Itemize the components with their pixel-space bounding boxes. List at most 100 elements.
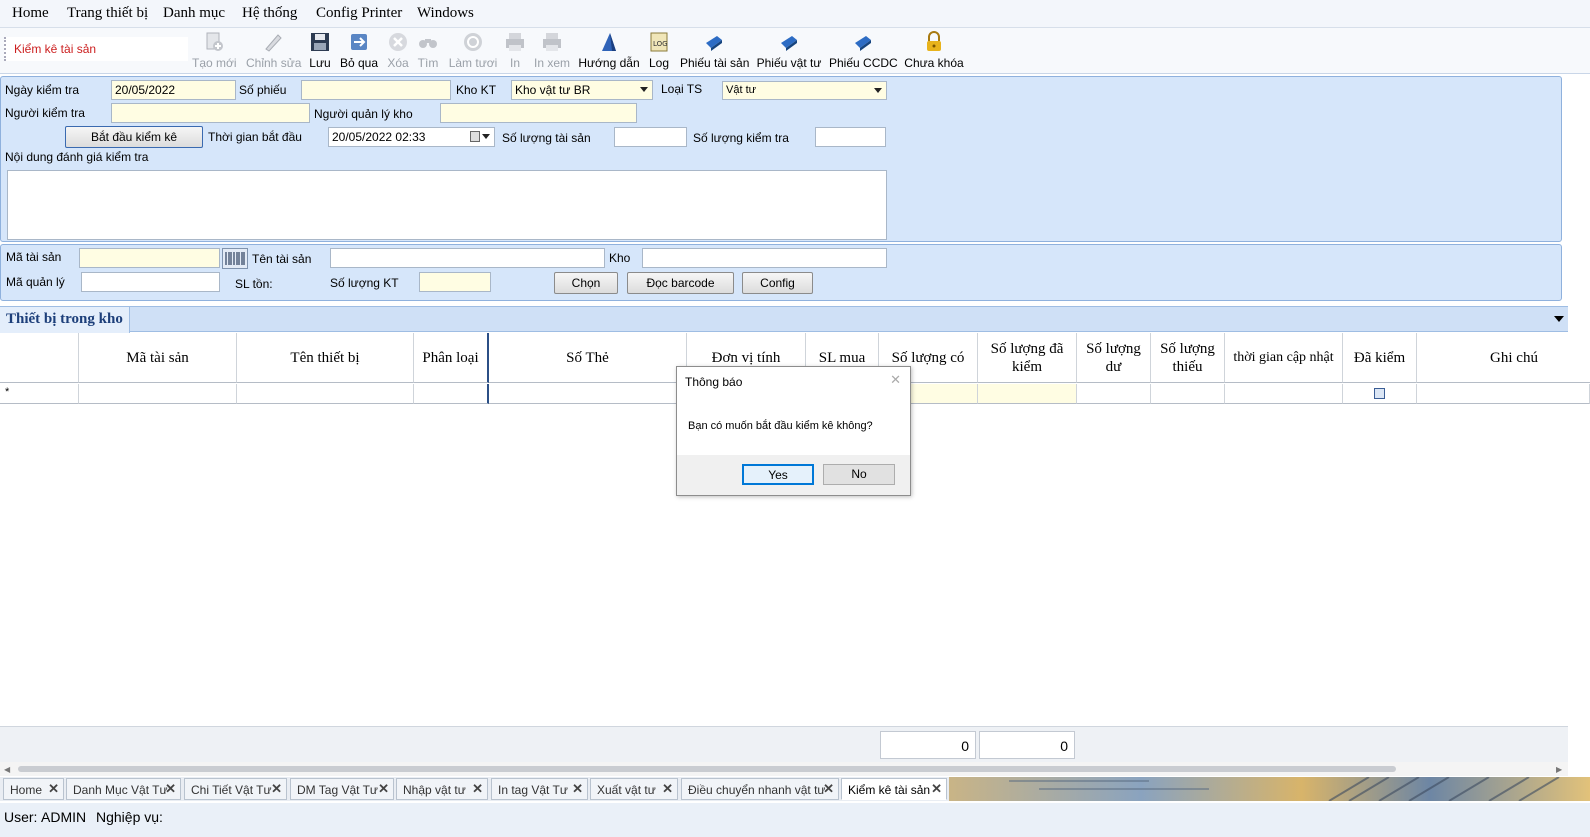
- close-icon[interactable]: ✕: [931, 781, 942, 797]
- ten-tai-san-field[interactable]: [330, 248, 605, 268]
- so-luong-kiem-tra-field[interactable]: [815, 127, 886, 147]
- window-tab-xuat-vat-tu[interactable]: Xuất vật tư ✕: [590, 778, 678, 800]
- table-cell[interactable]: [79, 384, 237, 404]
- close-icon[interactable]: ✕: [572, 781, 583, 797]
- window-tab-home[interactable]: Home ✕: [3, 778, 64, 800]
- new-button[interactable]: Tạo mới: [192, 31, 237, 73]
- col-header-ghi-chu[interactable]: Ghi chú: [1417, 333, 1590, 383]
- calendar-icon[interactable]: [470, 131, 480, 142]
- window-tab-danh-muc-vat-tu[interactable]: Danh Mục Vật Tư ✕: [66, 778, 181, 800]
- close-icon[interactable]: ✕: [271, 781, 282, 797]
- menu-trang-thiet-bi[interactable]: Trang thiết bị: [67, 5, 148, 22]
- menu-he-thong[interactable]: Hệ thống: [242, 5, 297, 22]
- tool-slip-button[interactable]: Phiếu CCDC: [829, 31, 898, 73]
- window-tab-dm-tag-vat-tu[interactable]: DM Tag Vật Tư ✕: [290, 778, 394, 800]
- total-1: 0: [880, 731, 976, 759]
- col-header-so-luong-du[interactable]: Số lượng dư: [1077, 333, 1151, 383]
- print-button[interactable]: In: [502, 31, 528, 73]
- edit-button[interactable]: Chỉnh sửa: [246, 31, 301, 73]
- inventory-form-panel: Ngày kiểm tra 20/05/2022 Số phiếu Kho KT…: [0, 76, 1562, 242]
- table-cell[interactable]: [978, 384, 1077, 404]
- start-inventory-button[interactable]: Bắt đầu kiểm kê: [65, 126, 203, 148]
- col-header-so-the[interactable]: Số Thẻ: [489, 333, 687, 383]
- loai-ts-select[interactable]: Vật tư: [722, 81, 887, 100]
- menu-windows[interactable]: Windows: [417, 5, 474, 22]
- tab-thiet-bi-trong-kho[interactable]: Thiết bị trong kho: [0, 307, 130, 333]
- menu-home[interactable]: Home: [12, 5, 49, 22]
- horizontal-scrollbar[interactable]: ◀ ▶: [0, 762, 1568, 776]
- close-icon[interactable]: ✕: [890, 372, 901, 388]
- da-kiem-checkbox[interactable]: [1374, 388, 1385, 399]
- close-icon[interactable]: ✕: [48, 781, 59, 797]
- window-tabs: Home ✕ Danh Mục Vật Tư ✕ Chi Tiết Vật Tư ✕ …: [0, 777, 1590, 801]
- ngay-kiem-tra-field[interactable]: 20/05/2022: [111, 80, 236, 100]
- table-cell[interactable]: [237, 384, 414, 404]
- table-cell[interactable]: [414, 384, 489, 404]
- no-button[interactable]: No: [823, 464, 895, 485]
- ma-tai-san-field[interactable]: [79, 248, 220, 268]
- close-icon[interactable]: ✕: [378, 781, 389, 797]
- menu-danh-muc[interactable]: Danh mục: [163, 5, 225, 22]
- window-tab-nhap-vat-tu[interactable]: Nhập vật tư ✕: [396, 778, 488, 800]
- close-icon[interactable]: ✕: [662, 781, 673, 797]
- table-cell[interactable]: [1225, 384, 1343, 404]
- scroll-right-icon[interactable]: ▶: [1556, 765, 1562, 774]
- print-preview-button[interactable]: In xem: [532, 31, 572, 73]
- nguoi-kiem-tra-field[interactable]: [111, 103, 310, 123]
- col-header-thoi-gian-cap-nhat[interactable]: thời gian cập nhật: [1225, 333, 1343, 383]
- close-icon[interactable]: ✕: [165, 781, 176, 797]
- find-button[interactable]: Tìm: [414, 31, 442, 73]
- thoi-gian-bat-dau-picker[interactable]: 20/05/2022 02:33: [328, 127, 495, 147]
- log-button[interactable]: LOG Log: [646, 31, 672, 73]
- skip-button[interactable]: Bỏ qua: [338, 31, 380, 73]
- close-icon[interactable]: ✕: [472, 781, 483, 797]
- table-cell[interactable]: [1417, 384, 1590, 404]
- window-tab-label: Điều chuyển nhanh vật tư: [688, 783, 826, 797]
- new-icon: [206, 32, 223, 51]
- delete-button[interactable]: Xóa: [384, 31, 412, 73]
- so-luong-kiem-tra-label: Số lượng kiểm tra: [693, 131, 789, 145]
- lock-button[interactable]: Chưa khóa: [904, 31, 964, 73]
- config-button[interactable]: Config: [742, 272, 813, 294]
- refresh-button[interactable]: Làm tươi: [448, 31, 498, 73]
- so-phieu-field[interactable]: [301, 80, 451, 100]
- window-tab-dieu-chuyen-nhanh[interactable]: Điều chuyển nhanh vật tư ✕: [681, 778, 839, 800]
- so-luong-kt-label: Số lượng KT: [330, 276, 399, 290]
- nguoi-quan-ly-kho-field[interactable]: [440, 103, 637, 123]
- menu-bar: Home Trang thiết bị Danh mục Hệ thống Co…: [0, 0, 1590, 28]
- window-tab-kiem-ke-tai-san[interactable]: Kiểm kê tài sản ✕: [841, 778, 947, 800]
- chevron-down-icon[interactable]: [1554, 316, 1564, 322]
- asset-slip-button[interactable]: Phiếu tài sản: [680, 31, 749, 73]
- noi-dung-textarea[interactable]: [7, 170, 887, 240]
- col-header-phan-loai[interactable]: Phân loại: [414, 333, 489, 383]
- col-header-ten-thiet-bi[interactable]: Tên thiết bị: [237, 333, 414, 383]
- doc-barcode-button[interactable]: Đọc barcode: [627, 272, 734, 294]
- yes-button[interactable]: Yes: [742, 464, 814, 485]
- ma-quan-ly-field[interactable]: [81, 272, 220, 292]
- total-2: 0: [979, 731, 1075, 759]
- col-header-so-luong-da-kiem[interactable]: Số lượng đã kiểm: [978, 333, 1077, 383]
- table-cell[interactable]: [1077, 384, 1151, 404]
- material-slip-button[interactable]: Phiếu vật tư: [756, 31, 822, 73]
- save-button[interactable]: Lưu: [306, 31, 334, 73]
- kho-kt-select[interactable]: Kho vật tư BR: [511, 80, 653, 100]
- scroll-left-icon[interactable]: ◀: [4, 765, 10, 774]
- col-header-ma-tai-san[interactable]: Mã tài sản: [79, 333, 237, 383]
- kho-field[interactable]: [642, 248, 887, 268]
- chon-button[interactable]: Chọn: [554, 272, 618, 294]
- window-tab-chi-tiet-vat-tu[interactable]: Chi Tiết Vật Tư ✕: [184, 778, 287, 800]
- so-luong-tai-san-field[interactable]: [614, 127, 687, 147]
- scrollbar-thumb[interactable]: [18, 766, 1396, 772]
- table-cell[interactable]: [1151, 384, 1225, 404]
- guide-button[interactable]: Hướng dẫn: [578, 31, 640, 73]
- close-icon[interactable]: ✕: [823, 781, 834, 797]
- col-header-so-luong-thieu[interactable]: Số lượng thiếu: [1151, 333, 1225, 383]
- col-header-da-kiem[interactable]: Đã kiểm: [1343, 333, 1417, 383]
- barcode-scan-icon[interactable]: [222, 248, 248, 269]
- so-luong-kt-field[interactable]: [419, 272, 491, 292]
- chevron-down-icon[interactable]: [482, 134, 490, 139]
- table-cell[interactable]: [1343, 384, 1417, 404]
- window-tab-in-tag-vat-tu[interactable]: In tag Vật Tư ✕: [491, 778, 588, 800]
- menu-config-printer[interactable]: Config Printer: [316, 5, 402, 22]
- table-cell[interactable]: [489, 384, 687, 404]
